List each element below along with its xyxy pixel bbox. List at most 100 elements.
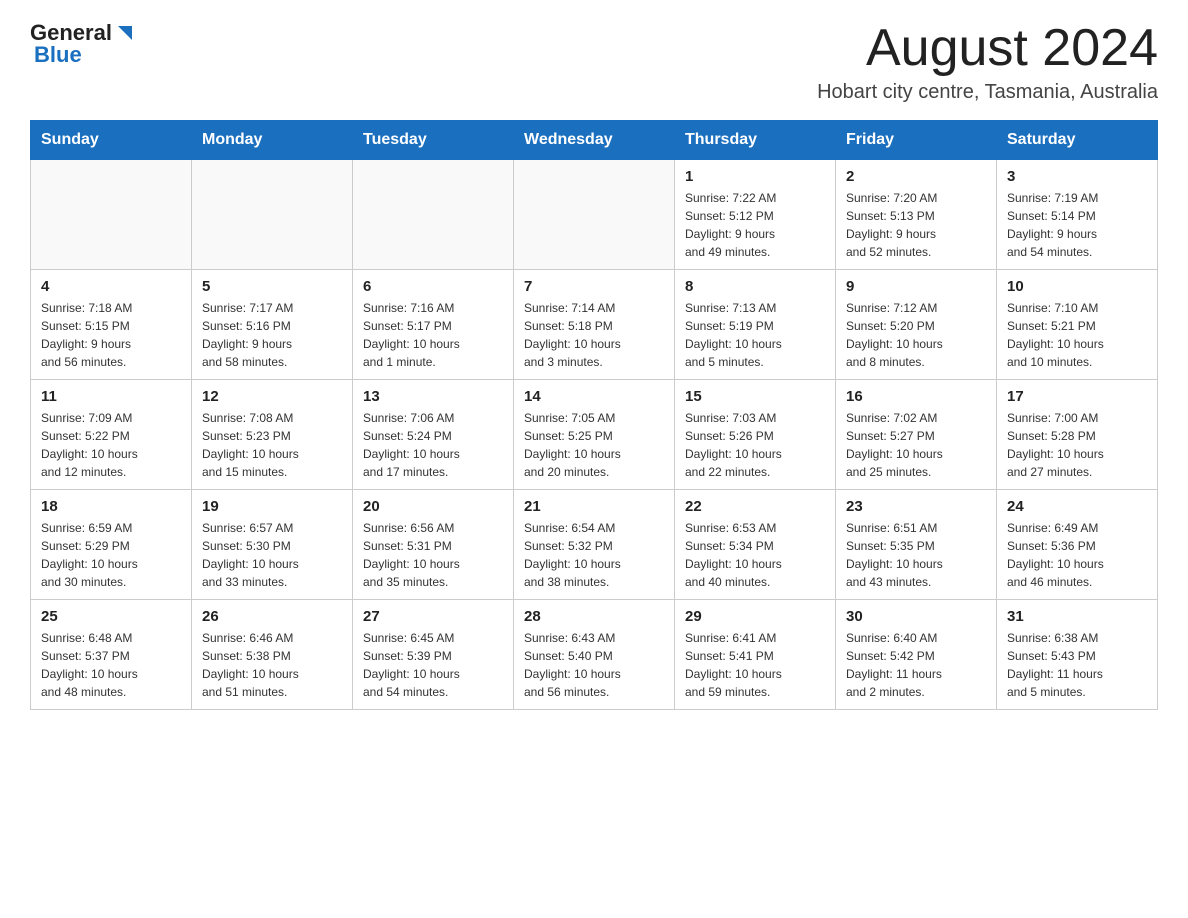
- day-info: Sunrise: 7:08 AM Sunset: 5:23 PM Dayligh…: [202, 409, 342, 481]
- logo: General Blue: [30, 20, 136, 68]
- day-number: 29: [685, 608, 825, 625]
- calendar-week-row: 4 Sunrise: 7:18 AM Sunset: 5:15 PM Daylig…: [31, 270, 1158, 380]
- calendar-cell: 9 Sunrise: 7:12 AM Sunset: 5:20 PM Daylig…: [836, 270, 997, 380]
- calendar-cell: [353, 160, 514, 270]
- day-number: 10: [1007, 278, 1147, 295]
- calendar-cell: 28 Sunrise: 6:43 AM Sunset: 5:40 PM Dayli…: [514, 600, 675, 710]
- calendar-week-row: 18Sunrise: 6:59 AM Sunset: 5:29 PM Dayli…: [31, 490, 1158, 600]
- weekday-header-saturday: Saturday: [997, 121, 1158, 160]
- calendar-cell: 8 Sunrise: 7:13 AM Sunset: 5:19 PM Daylig…: [675, 270, 836, 380]
- day-number: 6: [363, 278, 503, 295]
- day-info: Sunrise: 7:18 AM Sunset: 5:15 PM Dayligh…: [41, 299, 181, 371]
- calendar-cell: 16Sunrise: 7:02 AM Sunset: 5:27 PM Dayli…: [836, 380, 997, 490]
- calendar-table: SundayMondayTuesdayWednesdayThursdayFrid…: [30, 120, 1158, 710]
- day-number: 12: [202, 388, 342, 405]
- calendar-cell: 4 Sunrise: 7:18 AM Sunset: 5:15 PM Daylig…: [31, 270, 192, 380]
- day-info: Sunrise: 6:51 AM Sunset: 5:35 PM Dayligh…: [846, 519, 986, 591]
- day-info: Sunrise: 7:20 AM Sunset: 5:13 PM Dayligh…: [846, 189, 986, 261]
- weekday-header-monday: Monday: [192, 121, 353, 160]
- calendar-cell: 3Sunrise: 7:19 AM Sunset: 5:14 PM Daylig…: [997, 160, 1158, 270]
- day-info: Sunrise: 7:00 AM Sunset: 5:28 PM Dayligh…: [1007, 409, 1147, 481]
- calendar-cell: 2 Sunrise: 7:20 AM Sunset: 5:13 PM Daylig…: [836, 160, 997, 270]
- calendar-cell: 29Sunrise: 6:41 AM Sunset: 5:41 PM Dayli…: [675, 600, 836, 710]
- calendar-cell: 30 Sunrise: 6:40 AM Sunset: 5:42 PM Dayli…: [836, 600, 997, 710]
- day-info: Sunrise: 6:43 AM Sunset: 5:40 PM Dayligh…: [524, 629, 664, 701]
- day-number: 17: [1007, 388, 1147, 405]
- calendar-week-row: 11 Sunrise: 7:09 AM Sunset: 5:22 PM Dayli…: [31, 380, 1158, 490]
- calendar-cell: 7 Sunrise: 7:14 AM Sunset: 5:18 PM Daylig…: [514, 270, 675, 380]
- day-number: 11: [41, 388, 181, 405]
- day-info: Sunrise: 6:56 AM Sunset: 5:31 PM Dayligh…: [363, 519, 503, 591]
- day-info: Sunrise: 7:17 AM Sunset: 5:16 PM Dayligh…: [202, 299, 342, 371]
- calendar-cell: 12 Sunrise: 7:08 AM Sunset: 5:23 PM Dayli…: [192, 380, 353, 490]
- calendar-cell: 23 Sunrise: 6:51 AM Sunset: 5:35 PM Dayli…: [836, 490, 997, 600]
- page-subtitle: Hobart city centre, Tasmania, Australia: [817, 81, 1158, 104]
- calendar-cell: 14 Sunrise: 7:05 AM Sunset: 5:25 PM Dayli…: [514, 380, 675, 490]
- day-info: Sunrise: 7:09 AM Sunset: 5:22 PM Dayligh…: [41, 409, 181, 481]
- weekday-header-row: SundayMondayTuesdayWednesdayThursdayFrid…: [31, 121, 1158, 160]
- calendar-cell: 26 Sunrise: 6:46 AM Sunset: 5:38 PM Dayli…: [192, 600, 353, 710]
- day-number: 9: [846, 278, 986, 295]
- calendar-cell: 15 Sunrise: 7:03 AM Sunset: 5:26 PM Dayli…: [675, 380, 836, 490]
- day-info: Sunrise: 7:10 AM Sunset: 5:21 PM Dayligh…: [1007, 299, 1147, 371]
- day-info: Sunrise: 7:05 AM Sunset: 5:25 PM Dayligh…: [524, 409, 664, 481]
- day-number: 27: [363, 608, 503, 625]
- calendar-body: 1Sunrise: 7:22 AM Sunset: 5:12 PM Daylig…: [31, 160, 1158, 710]
- calendar-cell: 22 Sunrise: 6:53 AM Sunset: 5:34 PM Dayli…: [675, 490, 836, 600]
- day-number: 2: [846, 168, 986, 185]
- logo-blue-text: Blue: [34, 42, 82, 68]
- day-info: Sunrise: 7:03 AM Sunset: 5:26 PM Dayligh…: [685, 409, 825, 481]
- day-number: 22: [685, 498, 825, 515]
- calendar-cell: 20 Sunrise: 6:56 AM Sunset: 5:31 PM Dayli…: [353, 490, 514, 600]
- logo-triangle-icon: [114, 22, 136, 44]
- calendar-cell: 10 Sunrise: 7:10 AM Sunset: 5:21 PM Dayli…: [997, 270, 1158, 380]
- calendar-cell: [192, 160, 353, 270]
- day-info: Sunrise: 6:40 AM Sunset: 5:42 PM Dayligh…: [846, 629, 986, 701]
- day-info: Sunrise: 6:46 AM Sunset: 5:38 PM Dayligh…: [202, 629, 342, 701]
- day-number: 30: [846, 608, 986, 625]
- calendar-week-row: 25 Sunrise: 6:48 AM Sunset: 5:37 PM Dayli…: [31, 600, 1158, 710]
- calendar-cell: 5 Sunrise: 7:17 AM Sunset: 5:16 PM Daylig…: [192, 270, 353, 380]
- weekday-header-tuesday: Tuesday: [353, 121, 514, 160]
- day-number: 3: [1007, 168, 1147, 185]
- header: General Blue August 2024 Hobart city cen…: [30, 20, 1158, 104]
- calendar-cell: 13 Sunrise: 7:06 AM Sunset: 5:24 PM Dayli…: [353, 380, 514, 490]
- day-number: 26: [202, 608, 342, 625]
- page-title: August 2024: [817, 20, 1158, 77]
- weekday-header-friday: Friday: [836, 121, 997, 160]
- calendar-header: SundayMondayTuesdayWednesdayThursdayFrid…: [31, 121, 1158, 160]
- day-number: 16: [846, 388, 986, 405]
- day-number: 5: [202, 278, 342, 295]
- day-number: 18: [41, 498, 181, 515]
- day-number: 4: [41, 278, 181, 295]
- calendar-cell: 17 Sunrise: 7:00 AM Sunset: 5:28 PM Dayli…: [997, 380, 1158, 490]
- day-info: Sunrise: 7:13 AM Sunset: 5:19 PM Dayligh…: [685, 299, 825, 371]
- calendar-cell: 24Sunrise: 6:49 AM Sunset: 5:36 PM Dayli…: [997, 490, 1158, 600]
- day-info: Sunrise: 6:48 AM Sunset: 5:37 PM Dayligh…: [41, 629, 181, 701]
- day-info: Sunrise: 6:38 AM Sunset: 5:43 PM Dayligh…: [1007, 629, 1147, 701]
- day-info: Sunrise: 6:45 AM Sunset: 5:39 PM Dayligh…: [363, 629, 503, 701]
- day-number: 23: [846, 498, 986, 515]
- day-number: 25: [41, 608, 181, 625]
- calendar-cell: 6 Sunrise: 7:16 AM Sunset: 5:17 PM Daylig…: [353, 270, 514, 380]
- day-info: Sunrise: 6:53 AM Sunset: 5:34 PM Dayligh…: [685, 519, 825, 591]
- day-info: Sunrise: 7:14 AM Sunset: 5:18 PM Dayligh…: [524, 299, 664, 371]
- calendar-cell: 11 Sunrise: 7:09 AM Sunset: 5:22 PM Dayli…: [31, 380, 192, 490]
- day-number: 7: [524, 278, 664, 295]
- calendar-cell: [514, 160, 675, 270]
- weekday-header-wednesday: Wednesday: [514, 121, 675, 160]
- calendar-cell: 1Sunrise: 7:22 AM Sunset: 5:12 PM Daylig…: [675, 160, 836, 270]
- day-number: 28: [524, 608, 664, 625]
- day-number: 14: [524, 388, 664, 405]
- day-number: 19: [202, 498, 342, 515]
- day-info: Sunrise: 7:12 AM Sunset: 5:20 PM Dayligh…: [846, 299, 986, 371]
- day-info: Sunrise: 7:06 AM Sunset: 5:24 PM Dayligh…: [363, 409, 503, 481]
- day-number: 31: [1007, 608, 1147, 625]
- weekday-header-sunday: Sunday: [31, 121, 192, 160]
- day-number: 15: [685, 388, 825, 405]
- day-number: 20: [363, 498, 503, 515]
- day-info: Sunrise: 7:16 AM Sunset: 5:17 PM Dayligh…: [363, 299, 503, 371]
- day-number: 8: [685, 278, 825, 295]
- day-number: 13: [363, 388, 503, 405]
- day-info: Sunrise: 7:22 AM Sunset: 5:12 PM Dayligh…: [685, 189, 825, 261]
